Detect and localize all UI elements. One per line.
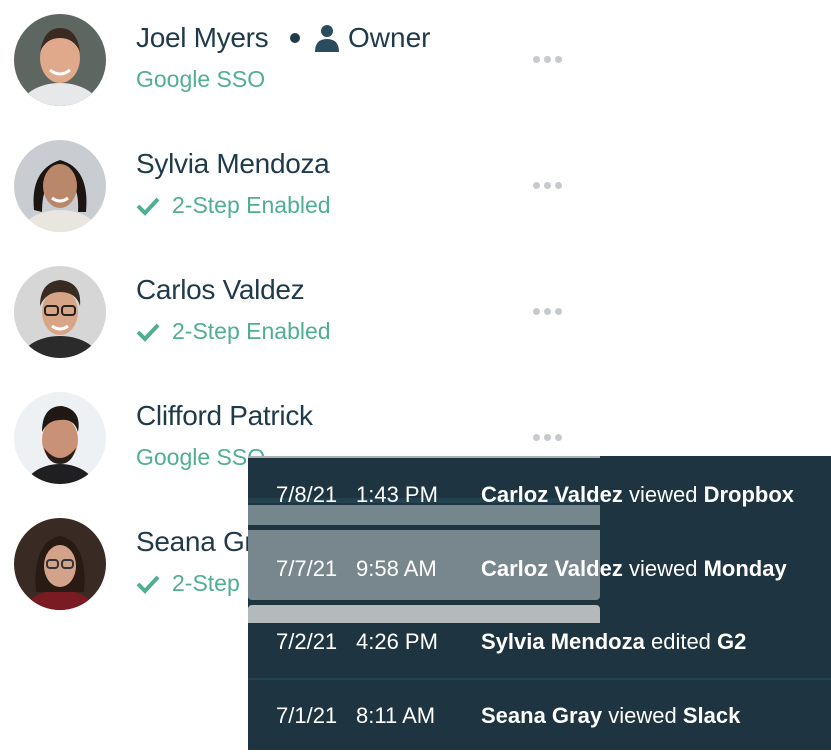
activity-user: Carloz Valdez (481, 482, 623, 507)
activity-description: Seana Gray viewed Slack (481, 703, 740, 729)
activity-time: 8:11 AM (356, 703, 436, 728)
activity-time: 9:58 AM (356, 556, 437, 581)
user-name: Joel Myers (136, 22, 269, 53)
activity-time: 4:26 PM (356, 629, 438, 654)
activity-action: viewed (608, 703, 677, 728)
auth-status-label: 2-Step Enabled (172, 318, 331, 344)
activity-action: viewed (628, 556, 698, 581)
person-icon (315, 25, 339, 52)
role-label: Owner (348, 22, 431, 53)
dot-icon (533, 434, 540, 441)
auth-status-label: Google SSO (136, 444, 266, 470)
activity-row[interactable]: 7/8/21 1:43 PM Carloz Valdez viewed Drop… (248, 458, 831, 532)
activity-date: 7/2/21 (276, 629, 338, 654)
auth-status-label: 2-Step Enabled (172, 192, 331, 218)
auth-status: 2-Step Enabled (136, 192, 331, 219)
avatar[interactable] (14, 392, 106, 484)
dot-icon (533, 182, 540, 189)
activity-date: 7/7/21 (276, 556, 338, 581)
checkmark-icon (136, 323, 160, 342)
activity-app: Dropbox (703, 482, 795, 507)
activity-time: 1:43 PM (356, 482, 438, 507)
user-row: Joel Myers Owner Google SSO (0, 0, 831, 110)
activity-user: Seana Gray (481, 703, 603, 728)
avatar[interactable] (14, 14, 106, 106)
more-options-button[interactable] (533, 56, 562, 63)
avatar[interactable] (14, 518, 106, 610)
auth-status: Google SSO (136, 444, 265, 471)
dot-icon (533, 56, 540, 63)
activity-user: Carloz Valdez (481, 556, 623, 581)
user-row: Sylvia Mendoza 2-Step Enabled (0, 126, 831, 236)
activity-description: Carloz Valdez viewed Dropbox (481, 482, 794, 508)
activity-description: Sylvia Mendoza edited G2 (481, 629, 746, 655)
activity-date: 7/1/21 (276, 703, 338, 728)
auth-status: 2-Step Enabled (136, 318, 331, 345)
user-name: Carlos Valdez (136, 274, 305, 305)
dot-icon (533, 308, 540, 315)
activity-user: Sylvia Mendoza (481, 629, 645, 654)
user-row: Carlos Valdez 2-Step Enabled (0, 252, 831, 362)
checkmark-icon (136, 575, 160, 594)
avatar[interactable] (14, 266, 106, 358)
more-options-button[interactable] (533, 434, 562, 441)
user-name: Clifford Patrick (136, 400, 313, 431)
activity-row[interactable]: 7/1/21 8:11 AM Seana Gray viewed Slack (248, 679, 831, 753)
checkmark-icon (136, 197, 160, 216)
activity-date: 7/8/21 (276, 482, 338, 507)
dot-icon (544, 434, 551, 441)
auth-status-label: Google SSO (136, 66, 266, 92)
auth-status: Google SSO (136, 66, 265, 93)
dot-icon (555, 308, 562, 315)
more-options-button[interactable] (533, 182, 562, 189)
more-options-button[interactable] (533, 308, 562, 315)
activity-app: Slack (682, 703, 741, 728)
dot-icon (544, 56, 551, 63)
activity-action: viewed (628, 482, 698, 507)
activity-action: edited (650, 629, 711, 654)
avatar[interactable] (14, 140, 106, 232)
bullet-separator (290, 33, 300, 43)
activity-row[interactable]: 7/2/21 4:26 PM Sylvia Mendoza edited G2 (248, 605, 831, 679)
activity-app: Monday (703, 556, 787, 581)
dot-icon (544, 182, 551, 189)
activity-description: Carloz Valdez viewed Monday (481, 556, 787, 582)
activity-app: G2 (717, 629, 747, 654)
dot-icon (555, 182, 562, 189)
dot-icon (555, 56, 562, 63)
role-badge: Owner (290, 22, 430, 54)
user-name: Sylvia Mendoza (136, 148, 330, 179)
dot-icon (555, 434, 562, 441)
dot-icon (544, 308, 551, 315)
activity-row[interactable]: 7/7/21 9:58 AM Carloz Valdez viewed Mond… (248, 532, 831, 606)
